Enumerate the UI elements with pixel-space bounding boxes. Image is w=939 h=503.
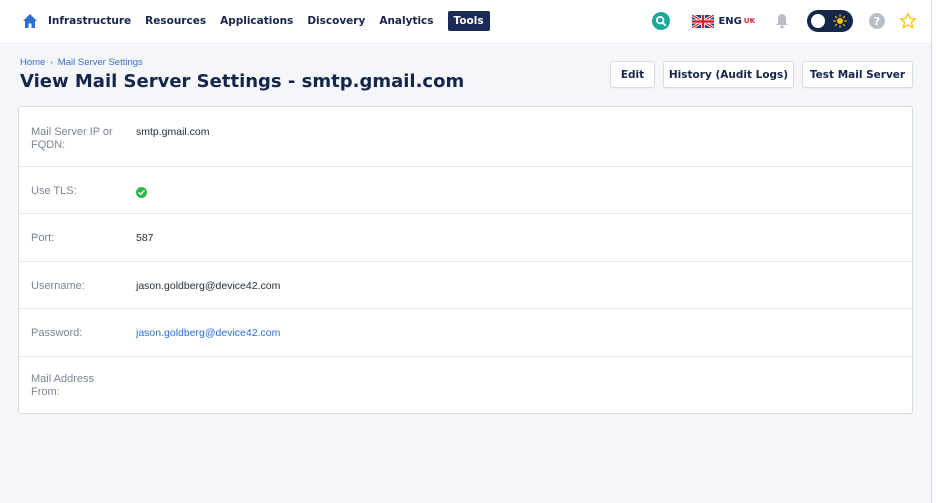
page-title: View Mail Server Settings - smtp.gmail.c… (20, 71, 465, 92)
nav-utilities: ENG UK ? (652, 0, 917, 42)
breadcrumb-separator: › (49, 57, 54, 68)
breadcrumb-current[interactable]: Mail Server Settings (58, 57, 143, 68)
search-icon[interactable] (652, 12, 671, 30)
nav-resources[interactable]: Resources (145, 11, 206, 31)
top-navigation: Infrastructure Resources Applications Di… (0, 0, 931, 42)
edit-button[interactable]: Edit (610, 61, 655, 88)
star-icon[interactable] (899, 12, 917, 30)
bell-icon[interactable] (775, 13, 789, 29)
field-row-username: Username: jason.goldberg@device42.com (19, 262, 912, 309)
field-label: Use TLS: (31, 185, 77, 197)
field-label: Password: (31, 327, 83, 339)
field-label: Mail Server IP or FQDN: (31, 126, 113, 151)
app-frame: Infrastructure Resources Applications Di… (0, 0, 931, 503)
field-label: Username: (31, 280, 85, 292)
nav-applications[interactable]: Applications (220, 11, 293, 31)
field-row-port: Port: 587 (19, 214, 912, 262)
field-value: smtp.gmail.com (136, 126, 210, 138)
test-mail-server-button[interactable]: Test Mail Server (802, 61, 913, 88)
field-value: 587 (136, 232, 154, 244)
language-region: UK (743, 17, 755, 25)
toggle-knob (811, 14, 825, 28)
window-edge (931, 0, 939, 503)
field-row-mail-server: Mail Server IP or FQDN: smtp.gmail.com (19, 107, 912, 167)
help-icon[interactable]: ? (869, 13, 885, 29)
language-label[interactable]: ENG (718, 16, 741, 27)
breadcrumb-home[interactable]: Home (20, 57, 45, 68)
breadcrumb: Home › Mail Server Settings (20, 57, 143, 68)
sun-icon (833, 14, 847, 28)
nav-discovery[interactable]: Discovery (307, 11, 365, 31)
field-row-mail-address-from: Mail Address From: (19, 357, 912, 414)
field-label: Mail Address From: (31, 373, 94, 398)
field-row-password: Password: jason.goldberg@device42.com (19, 309, 912, 357)
mail-settings-panel: Mail Server IP or FQDN: smtp.gmail.com U… (18, 106, 913, 414)
password-link[interactable]: jason.goldberg@device42.com (136, 327, 280, 339)
theme-toggle[interactable] (807, 10, 853, 32)
check-circle-icon (136, 187, 147, 198)
home-icon[interactable] (22, 13, 38, 29)
field-row-use-tls: Use TLS: (19, 167, 912, 214)
nav-tools[interactable]: Tools (447, 11, 490, 31)
nav-analytics[interactable]: Analytics (379, 11, 433, 31)
field-value: jason.goldberg@device42.com (136, 280, 281, 292)
nav-infrastructure[interactable]: Infrastructure (48, 11, 131, 31)
field-label: Port: (31, 232, 55, 244)
history-audit-logs-button[interactable]: History (Audit Logs) (663, 61, 794, 88)
uk-flag-icon[interactable] (692, 14, 715, 28)
